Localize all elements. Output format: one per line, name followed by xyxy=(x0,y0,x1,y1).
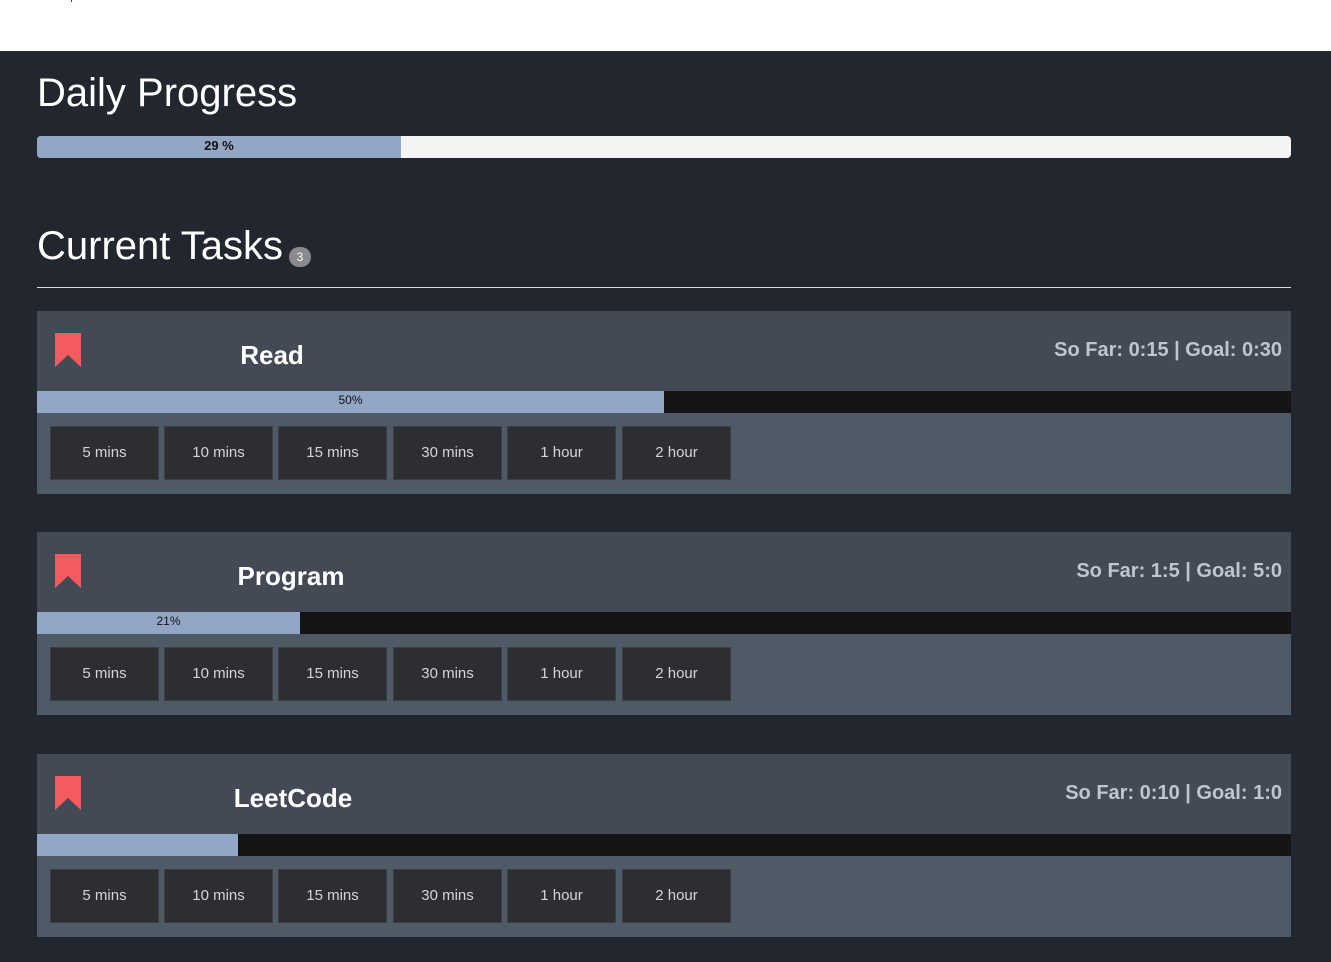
add-5-mins-button[interactable]: 5 mins xyxy=(50,869,159,923)
task-progress-bar: 50% xyxy=(37,391,1291,413)
task-name: Read xyxy=(240,340,304,370)
add-15-mins-button[interactable]: 15 mins xyxy=(278,647,387,701)
current-tasks-label: Current Tasks xyxy=(37,224,284,268)
task-progress-label: 21% xyxy=(156,614,181,628)
add-30-mins-button[interactable]: 30 mins xyxy=(393,869,502,923)
add-5-mins-button[interactable]: 5 mins xyxy=(50,647,159,701)
add-2-hour-button[interactable]: 2 hour xyxy=(622,869,731,923)
task-name: Program xyxy=(237,561,345,591)
task-progress-label: 50% xyxy=(338,393,363,407)
add-1-hour-button[interactable]: 1 hour xyxy=(507,426,616,480)
bookmark-icon[interactable] xyxy=(55,776,81,810)
task-header: LeetCode So Far: 0:10 | Goal: 1:0 xyxy=(37,754,1291,834)
task-header: Program So Far: 1:5 | Goal: 5:0 xyxy=(37,532,1291,612)
main-panel: Daily Progress 29 % Current Tasks 3 Read S… xyxy=(0,51,1331,962)
task-name: LeetCode xyxy=(233,783,353,813)
task-card: Program So Far: 1:5 | Goal: 5:0 21% 5 mins 1… xyxy=(37,532,1291,715)
task-card: LeetCode So Far: 0:10 | Goal: 1:0 5 mins 10… xyxy=(37,754,1291,937)
task-time-buttons: 5 mins 10 mins 15 mins 30 mins 1 hour 2 hour xyxy=(37,856,1291,937)
top-bar-mark xyxy=(71,0,72,2)
task-stats: So Far: 0:10 | Goal: 1:0 xyxy=(1065,782,1282,804)
task-progress-label xyxy=(37,834,238,856)
add-2-hour-button[interactable]: 2 hour xyxy=(622,426,731,480)
add-10-mins-button[interactable]: 10 mins xyxy=(164,647,273,701)
add-30-mins-button[interactable]: 30 mins xyxy=(393,426,502,480)
daily-progress-title: Daily Progress xyxy=(37,71,298,115)
add-10-mins-button[interactable]: 10 mins xyxy=(164,869,273,923)
add-1-hour-button[interactable]: 1 hour xyxy=(507,647,616,701)
task-count-badge: 3 xyxy=(289,247,312,267)
task-stats: So Far: 1:5 | Goal: 5:0 xyxy=(1076,560,1282,582)
bookmark-icon[interactable] xyxy=(55,554,81,588)
task-stats: So Far: 0:15 | Goal: 0:30 xyxy=(1054,339,1282,361)
task-time-buttons: 5 mins 10 mins 15 mins 30 mins 1 hour 2 hour xyxy=(37,413,1291,494)
daily-progress-bar: 29 % xyxy=(37,136,1291,158)
bookmark-icon[interactable] xyxy=(55,333,81,367)
add-10-mins-button[interactable]: 10 mins xyxy=(164,426,273,480)
section-divider xyxy=(37,287,1291,288)
task-progress-bar xyxy=(37,834,1291,856)
add-15-mins-button[interactable]: 15 mins xyxy=(278,869,387,923)
add-5-mins-button[interactable]: 5 mins xyxy=(50,426,159,480)
add-1-hour-button[interactable]: 1 hour xyxy=(507,869,616,923)
daily-progress-label: 29 % xyxy=(204,138,234,153)
current-tasks-title: Current Tasks 3 xyxy=(37,223,312,269)
task-card: Read So Far: 0:15 | Goal: 0:30 50% 5 mins 10… xyxy=(37,311,1291,494)
task-progress-bar: 21% xyxy=(37,612,1291,634)
task-time-buttons: 5 mins 10 mins 15 mins 30 mins 1 hour 2 hour xyxy=(37,634,1291,715)
add-30-mins-button[interactable]: 30 mins xyxy=(393,647,502,701)
task-header: Read So Far: 0:15 | Goal: 0:30 xyxy=(37,311,1291,391)
top-bar xyxy=(0,0,1331,51)
add-2-hour-button[interactable]: 2 hour xyxy=(622,647,731,701)
add-15-mins-button[interactable]: 15 mins xyxy=(278,426,387,480)
